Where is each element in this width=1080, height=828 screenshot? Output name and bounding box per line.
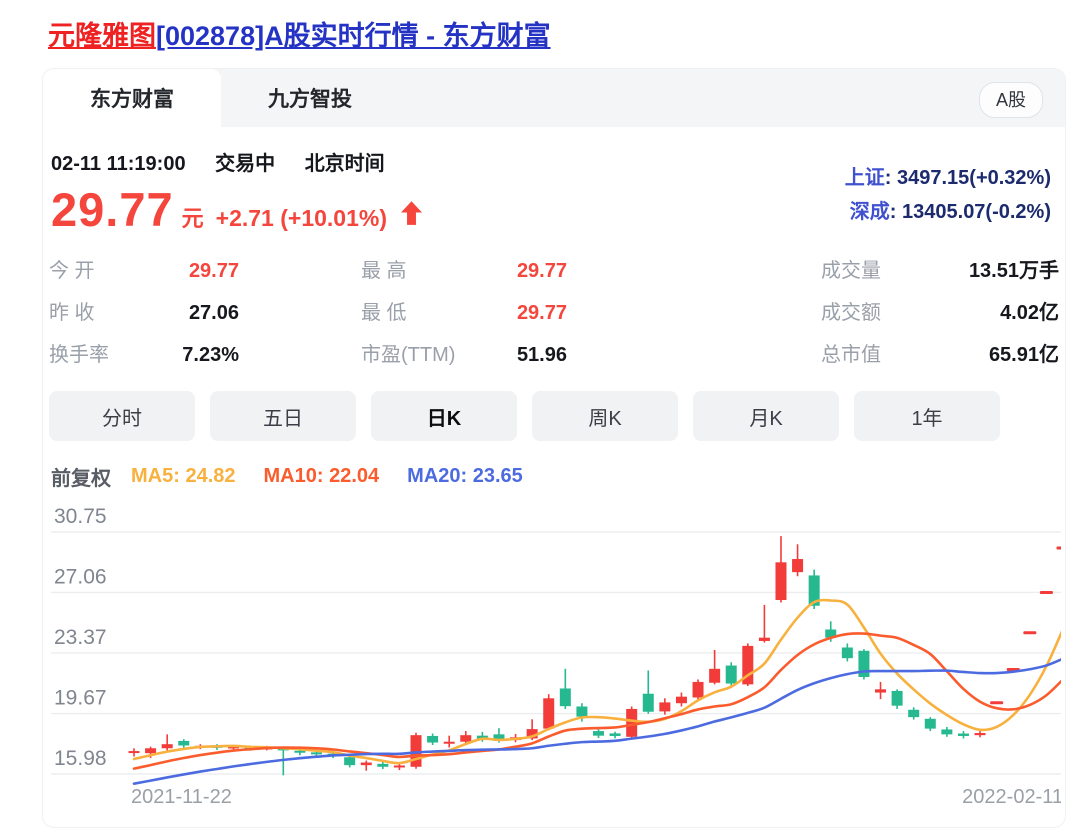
market-indices: 上证: 3497.15(+0.32%) 深成: 13405.07(-0.2%) [845, 161, 1051, 229]
ma10-legend: MA10: 22.04 [264, 465, 380, 488]
stat-volume: 成交量 13.51万手 [821, 254, 1059, 283]
index-shanghai-value: : 3497.15(+0.32%) [885, 167, 1051, 189]
index-shanghai[interactable]: 上证: 3497.15(+0.32%) [845, 161, 1051, 195]
tab-jiufang-label: 九方智投 [268, 83, 352, 113]
stat-open: 今 开 29.77 [49, 254, 239, 283]
stat-pe-ttm: 市盈(TTM) 51.96 [361, 338, 567, 367]
tab-eastmoney[interactable]: 东方财富 [43, 69, 221, 127]
up-arrow-icon [401, 201, 422, 230]
stat-turnover-amount: 成交额 4.02亿 [821, 296, 1059, 325]
index-shanghai-label: 上证 [845, 167, 885, 189]
index-shenzhen-label: 深成 [850, 201, 890, 223]
candlestick-chart[interactable]: 30.75 27.06 23.37 19.67 15.98 2021-11-22 2022-… [49, 495, 1059, 822]
ma5-legend: MA5: 24.82 [131, 465, 236, 488]
tab-five-day[interactable]: 五日 [210, 391, 356, 441]
tab-monthly-k[interactable]: 月K [693, 391, 839, 441]
source-tabs-bar: 东方财富 九方智投 A股 [43, 69, 1065, 127]
tab-one-year[interactable]: 1年 [854, 391, 1000, 441]
tab-daily-k[interactable]: 日K [371, 391, 517, 441]
ma-legend: 前复权 MA5: 24.82 MA10: 22.04 MA20: 23.65 [51, 462, 1059, 491]
stat-market-cap: 总市值 65.91亿 [821, 338, 1059, 367]
stats-grid: 今 开 29.77 最 高 29.77 成交量 13.51万手 昨 收 27.0… [49, 254, 1059, 367]
svg-text:23.37: 23.37 [54, 626, 107, 649]
stat-low: 最 低 29.77 [361, 296, 567, 325]
svg-text:2021-11-22: 2021-11-22 [131, 786, 232, 808]
quote-section: 02-11 11:19:00 交易中 北京时间 29.77 元 +2.71 (+… [49, 147, 1059, 240]
trading-status: 交易中 [215, 153, 275, 175]
title-rest: [002878]A股实时行情 - 东方财富 [156, 21, 551, 51]
price-unit: 元 [182, 201, 204, 233]
adjust-mode-label: 前复权 [51, 462, 111, 491]
svg-text:27.06: 27.06 [54, 565, 107, 588]
svg-text:2022-02-11: 2022-02-11 [962, 786, 1061, 808]
tab-weekly-k[interactable]: 周K [532, 391, 678, 441]
page-title-link[interactable]: 元隆雅图[002878]A股实时行情 - 东方财富 [48, 14, 1080, 53]
stat-prev-close: 昨 收 27.06 [49, 296, 239, 325]
kline-svg: 30.75 27.06 23.37 19.67 15.98 2021-11-22 2022-… [49, 495, 1061, 817]
svg-text:30.75: 30.75 [54, 505, 107, 528]
current-price: 29.77 [51, 182, 174, 237]
index-shenzhen-value: : 13405.07(-0.2%) [890, 201, 1051, 223]
stat-high: 最 高 29.77 [361, 254, 567, 283]
ma20-legend: MA20: 23.65 [407, 465, 523, 488]
tab-jiufang[interactable]: 九方智投 [221, 69, 399, 127]
quote-time: 02-11 11:19:00 [51, 153, 186, 175]
tab-eastmoney-label: 东方财富 [90, 83, 174, 113]
svg-text:15.98: 15.98 [54, 747, 107, 770]
timezone-label: 北京时间 [305, 153, 385, 175]
tab-minute[interactable]: 分时 [49, 391, 195, 441]
quote-card: 东方财富 九方智投 A股 02-11 11:19:00 交易中 北京时间 29.… [42, 68, 1066, 828]
price-change: +2.71 (+10.01%) [216, 205, 387, 232]
title-stock-name: 元隆雅图 [48, 21, 156, 51]
index-shenzhen[interactable]: 深成: 13405.07(-0.2%) [845, 195, 1051, 229]
svg-text:19.67: 19.67 [54, 687, 107, 710]
stat-turnover-rate: 换手率 7.23% [49, 338, 239, 367]
chart-period-tabs: 分时 五日 日K 周K 月K 1年 [49, 391, 1059, 441]
market-badge[interactable]: A股 [979, 82, 1043, 118]
